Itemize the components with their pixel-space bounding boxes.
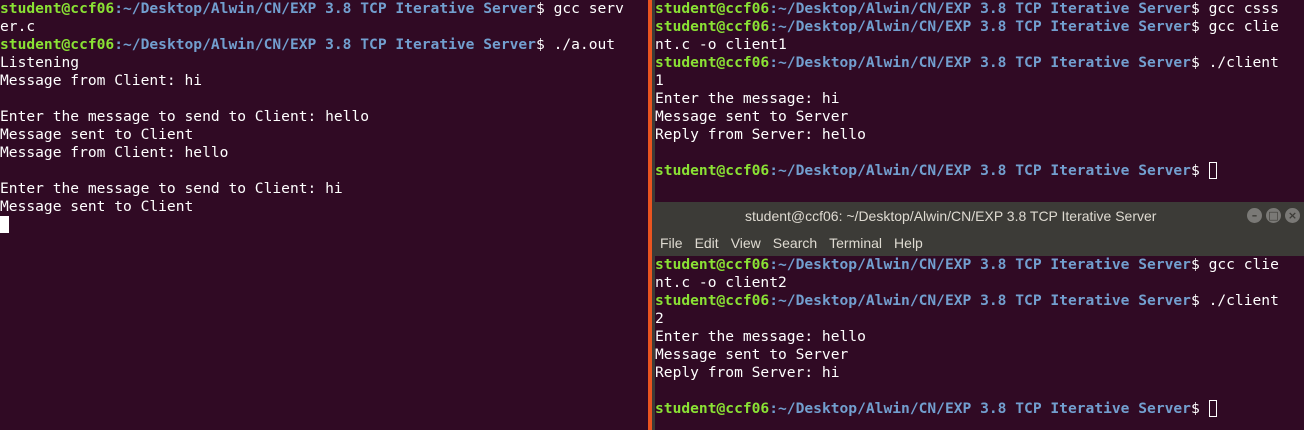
command-text: gcc clie [1199, 256, 1279, 273]
prompt-user: student@ccf06 [655, 292, 770, 309]
command-text: gcc serv [544, 0, 624, 17]
command-text: gcc csss [1199, 0, 1279, 17]
prompt-path: :~/Desktop/Alwin/CN/EXP 3.8 TCP Iterativ… [769, 400, 1191, 417]
output-line: Enter the message to send to Client: hi [0, 180, 343, 197]
menu-terminal[interactable]: Terminal [823, 235, 888, 251]
prompt-symbol: $ [1190, 18, 1200, 35]
terminal-line: student@ccf06:~/Desktop/Alwin/CN/EXP 3.8… [655, 400, 1304, 418]
prompt-path: :~/Desktop/Alwin/CN/EXP 3.8 TCP Iterativ… [114, 36, 536, 53]
prompt-path: :~/Desktop/Alwin/CN/EXP 3.8 TCP Iterativ… [114, 0, 536, 17]
prompt-symbol: $ [535, 0, 545, 17]
output-line: Message sent to Server [655, 346, 849, 363]
menu-edit[interactable]: Edit [689, 235, 725, 251]
terminal-line: student@ccf06:~/Desktop/Alwin/CN/EXP 3.8… [655, 292, 1304, 310]
output-line: Message sent to Client [0, 198, 194, 215]
terminal-line: student@ccf06:~/Desktop/Alwin/CN/EXP 3.8… [655, 162, 1304, 180]
terminal-line: student@ccf06:~/Desktop/Alwin/CN/EXP 3.8… [0, 0, 648, 18]
terminal-line [0, 216, 648, 234]
command-text: ./a.out [544, 36, 616, 53]
output-line: Enter the message to send to Client: hel… [0, 108, 370, 125]
prompt-path: :~/Desktop/Alwin/CN/EXP 3.8 TCP Iterativ… [769, 292, 1191, 309]
prompt-path: :~/Desktop/Alwin/CN/EXP 3.8 TCP Iterativ… [769, 54, 1191, 71]
command-text: ./client [1199, 292, 1279, 309]
output-line: Enter the message: hi [655, 90, 840, 107]
prompt-user: student@ccf06 [655, 400, 770, 417]
prompt-path: :~/Desktop/Alwin/CN/EXP 3.8 TCP Iterativ… [769, 256, 1191, 273]
menu-search[interactable]: Search [767, 235, 823, 251]
terminal-line: student@ccf06:~/Desktop/Alwin/CN/EXP 3.8… [655, 256, 1304, 274]
output-line: nt.c -o client2 [655, 274, 787, 291]
output-line: Reply from Server: hi [655, 364, 840, 381]
menu-help[interactable]: Help [888, 235, 929, 251]
output-line: 2 [655, 310, 664, 327]
prompt-user: student@ccf06 [0, 36, 115, 53]
close-icon[interactable]: × [1285, 208, 1300, 223]
command-text: gcc clie [1199, 18, 1279, 35]
client2-window-titlebar[interactable]: student@ccf06: ~/Desktop/Alwin/CN/EXP 3.… [655, 202, 1304, 230]
output-line: Message sent to Client [0, 126, 194, 143]
prompt-user: student@ccf06 [655, 256, 770, 273]
window-title: student@ccf06: ~/Desktop/Alwin/CN/EXP 3.… [745, 208, 1157, 224]
prompt-symbol: $ [1190, 292, 1200, 309]
cursor [1208, 162, 1217, 179]
output-line: Reply from Server: hello [655, 126, 866, 143]
terminal-line: student@ccf06:~/Desktop/Alwin/CN/EXP 3.8… [655, 0, 1304, 18]
prompt-path: :~/Desktop/Alwin/CN/EXP 3.8 TCP Iterativ… [769, 162, 1191, 179]
prompt-user: student@ccf06 [655, 162, 770, 179]
prompt-path: :~/Desktop/Alwin/CN/EXP 3.8 TCP Iterativ… [769, 0, 1191, 17]
prompt-symbol: $ [1190, 256, 1200, 273]
window-controls: – □ × [1247, 208, 1300, 223]
command-text [1200, 400, 1209, 417]
prompt-symbol: $ [1190, 54, 1200, 71]
output-line: Listening [0, 54, 80, 71]
server-terminal[interactable]: student@ccf06:~/Desktop/Alwin/CN/EXP 3.8… [0, 0, 648, 430]
command-text: ./client [1199, 54, 1279, 71]
menu-file[interactable]: File [655, 235, 689, 251]
maximize-icon[interactable]: □ [1266, 208, 1281, 223]
cursor [0, 216, 9, 233]
prompt-symbol: $ [1190, 162, 1200, 179]
output-line: er.c [0, 18, 36, 35]
output-line: nt.c -o client1 [655, 36, 787, 53]
cursor [1208, 400, 1217, 417]
client1-terminal[interactable]: student@ccf06:~/Desktop/Alwin/CN/EXP 3.8… [655, 0, 1304, 202]
minimize-icon[interactable]: – [1247, 208, 1262, 223]
prompt-symbol: $ [1190, 400, 1200, 417]
prompt-user: student@ccf06 [655, 54, 770, 71]
command-text [1200, 162, 1209, 179]
menu-view[interactable]: View [725, 235, 767, 251]
output-line: Message from Client: hi [0, 72, 203, 89]
prompt-user: student@ccf06 [0, 0, 115, 17]
output-line: 1 [655, 72, 664, 89]
prompt-symbol: $ [1190, 0, 1200, 17]
prompt-symbol: $ [535, 36, 545, 53]
output-line: Message sent to Server [655, 108, 849, 125]
client2-menubar: File Edit View Search Terminal Help [655, 230, 1304, 256]
output-line: Message from Client: hello [0, 144, 229, 161]
terminal-line: student@ccf06:~/Desktop/Alwin/CN/EXP 3.8… [655, 18, 1304, 36]
prompt-path: :~/Desktop/Alwin/CN/EXP 3.8 TCP Iterativ… [769, 18, 1191, 35]
terminal-line: student@ccf06:~/Desktop/Alwin/CN/EXP 3.8… [655, 54, 1304, 72]
prompt-user: student@ccf06 [655, 0, 770, 17]
prompt-user: student@ccf06 [655, 18, 770, 35]
client2-terminal[interactable]: student@ccf06:~/Desktop/Alwin/CN/EXP 3.8… [655, 256, 1304, 430]
output-line: Enter the message: hello [655, 328, 866, 345]
terminal-line: student@ccf06:~/Desktop/Alwin/CN/EXP 3.8… [0, 36, 648, 54]
